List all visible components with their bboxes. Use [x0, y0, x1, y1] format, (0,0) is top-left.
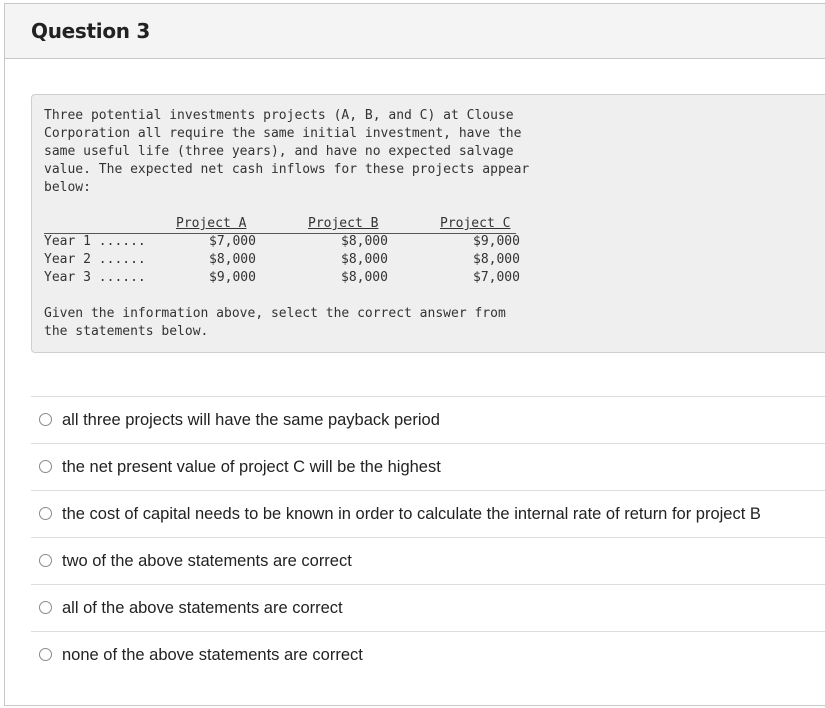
answer-option-2[interactable]: the net present value of project C will …	[31, 443, 825, 490]
radio-button-icon[interactable]	[39, 601, 52, 614]
answer-option-6[interactable]: none of the above statements are correct	[31, 631, 825, 678]
answer-option-label: the cost of capital needs to be known in…	[62, 505, 761, 523]
question-intro-text: Three potential investments projects (A,…	[44, 108, 530, 195]
radio-button-icon[interactable]	[39, 413, 52, 426]
table-header-project-a: Project A	[176, 216, 247, 231]
question-title: Question 3	[31, 19, 150, 43]
answer-option-5[interactable]: all of the above statements are correct	[31, 584, 825, 631]
table-cell: $7,000	[209, 234, 256, 249]
answer-option-label: two of the above statements are correct	[62, 552, 352, 570]
table-row-label: Year 1 ......	[44, 234, 146, 249]
table-cell: $9,000	[473, 234, 520, 249]
radio-button-icon[interactable]	[39, 648, 52, 661]
answer-option-4[interactable]: two of the above statements are correct	[31, 537, 825, 584]
table-cell: $8,000	[341, 234, 388, 249]
table-header-project-c: Project C	[440, 216, 511, 231]
radio-button-icon[interactable]	[39, 554, 52, 567]
question-text-box: Three potential investments projects (A,…	[31, 94, 825, 353]
answer-option-1[interactable]: all three projects will have the same pa…	[31, 396, 825, 443]
answer-option-label: all of the above statements are correct	[62, 599, 343, 617]
table-cell: $8,000	[209, 252, 256, 267]
radio-button-icon[interactable]	[39, 507, 52, 520]
question-header: Question 3	[5, 4, 825, 59]
table-cell: $8,000	[341, 270, 388, 285]
table-row-label: Year 2 ......	[44, 252, 146, 267]
question-panel: Question 3 Three potential investments p…	[4, 3, 825, 706]
table-cell: $7,000	[473, 270, 520, 285]
table-cell: $8,000	[341, 252, 388, 267]
table-cell: $9,000	[209, 270, 256, 285]
table-cell: $8,000	[473, 252, 520, 267]
question-prompt-text: Given the information above, select the …	[44, 306, 506, 339]
answer-option-label: all three projects will have the same pa…	[62, 411, 440, 429]
answer-options: all three projects will have the same pa…	[31, 396, 825, 678]
radio-button-icon[interactable]	[39, 460, 52, 473]
table-header-project-b: Project B	[308, 216, 379, 231]
answer-option-label: none of the above statements are correct	[62, 646, 363, 664]
answer-option-3[interactable]: the cost of capital needs to be known in…	[31, 490, 825, 537]
answer-option-label: the net present value of project C will …	[62, 458, 441, 476]
table-row-label: Year 3 ......	[44, 270, 146, 285]
